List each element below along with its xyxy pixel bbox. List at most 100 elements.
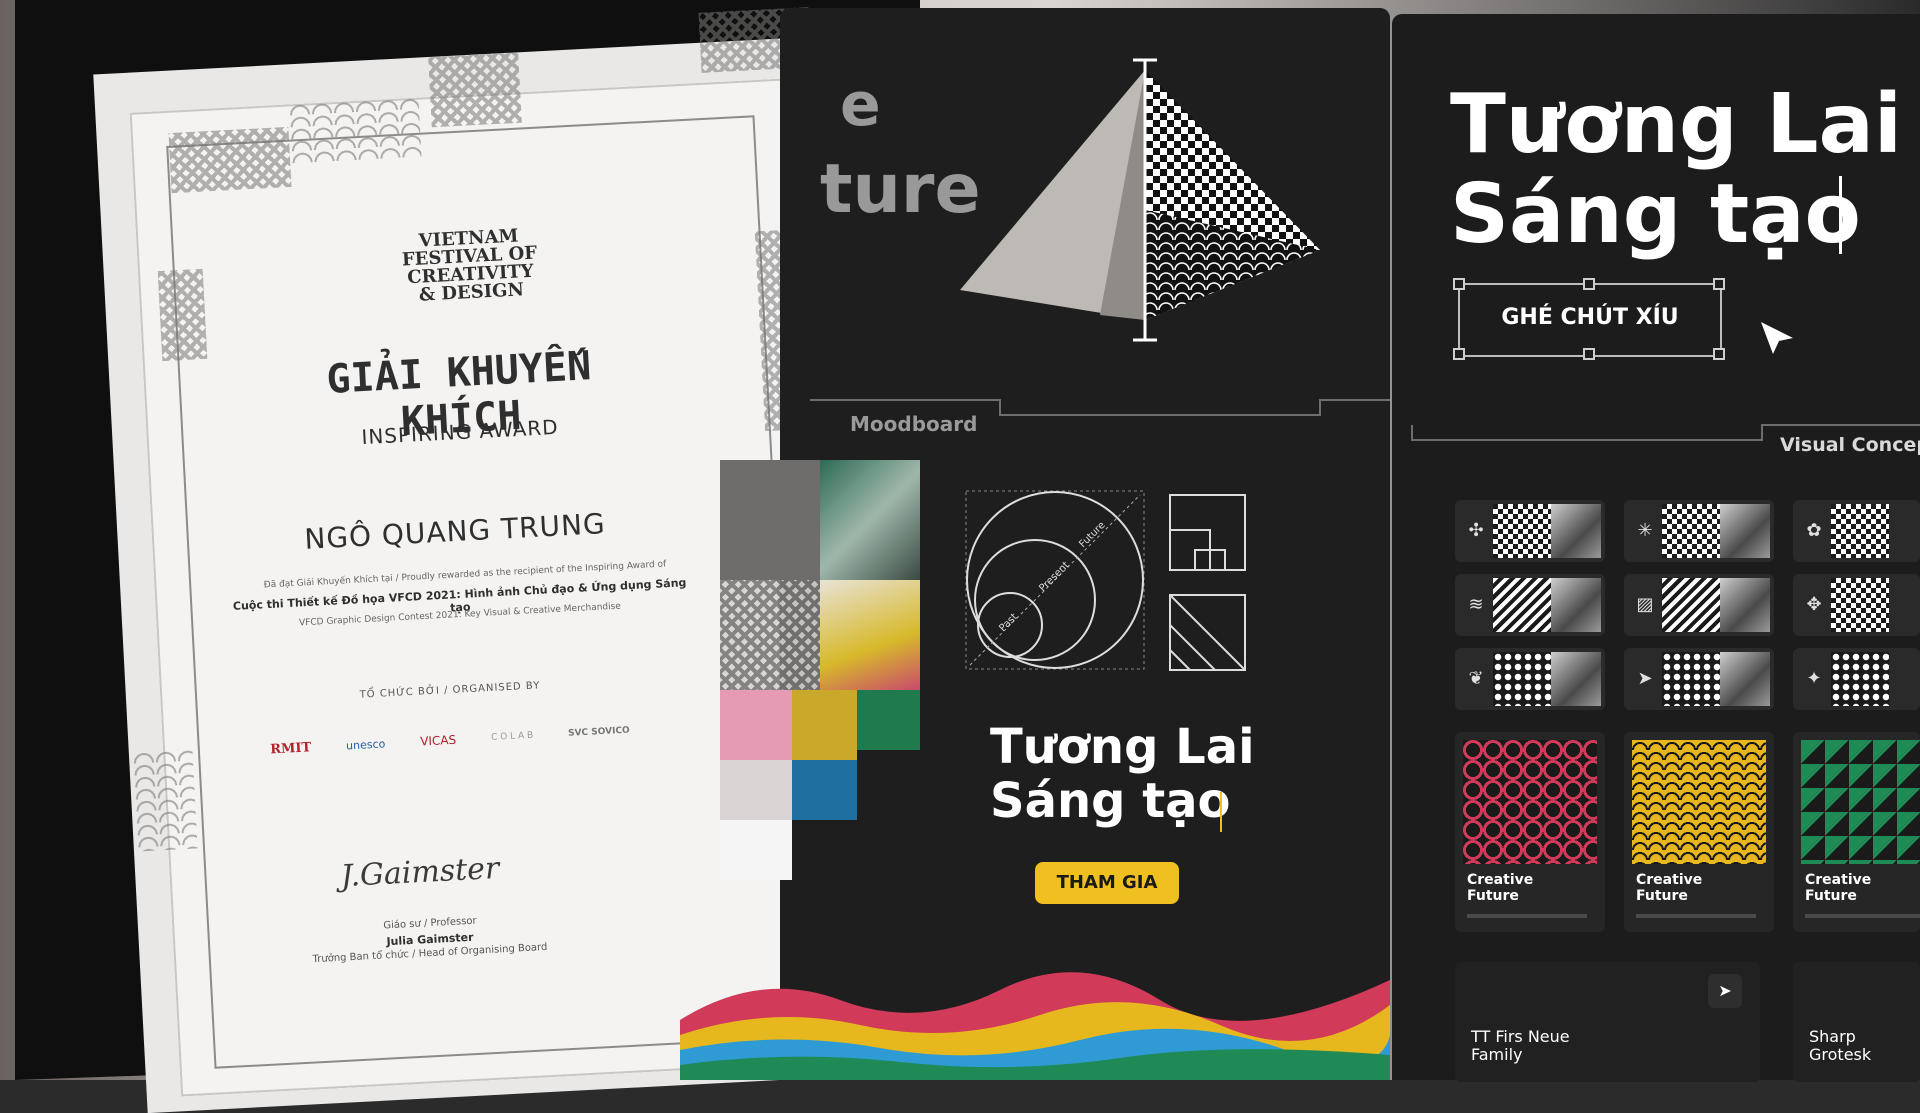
- card-title-line: Future: [1636, 888, 1688, 904]
- wave-pattern: [680, 972, 1390, 1080]
- arrow-icon: ➤: [1637, 668, 1653, 689]
- certificate-pattern: [168, 126, 292, 194]
- selection-handle: [1713, 348, 1725, 360]
- creative-future-card[interactable]: Creative Future: [1455, 732, 1605, 932]
- card-title-line: Creative: [1805, 872, 1872, 888]
- font-name-line: TT Firs Neue: [1471, 1027, 1570, 1046]
- tham-gia-button[interactable]: THAM GIA: [1035, 862, 1179, 904]
- text-cursor-bar: [1220, 792, 1222, 832]
- vicas-logo: VICAS: [419, 732, 457, 749]
- certificate-pattern: [428, 52, 522, 128]
- card-title-line: Creative: [1467, 872, 1534, 888]
- font-name-line: Grotesk: [1809, 1045, 1872, 1064]
- sovico-logo: SVC SOVICO: [567, 725, 630, 739]
- diagram-label-present: Present: [1037, 560, 1071, 594]
- moodboard-swatch: [792, 760, 857, 820]
- pattern-swatch: [1493, 578, 1551, 632]
- pattern-tile[interactable]: ✳: [1624, 500, 1774, 562]
- moodboard-swatch: [720, 760, 792, 820]
- diagram-label-future: Future: [1077, 520, 1107, 550]
- card-meta: [1467, 914, 1587, 918]
- moodboard-photo: [720, 580, 820, 690]
- creative-future-card[interactable]: Creative Future: [1624, 732, 1774, 932]
- font-card[interactable]: Sharp Grotesk: [1793, 962, 1920, 1082]
- hero-title-line: Sáng tạo: [1450, 167, 1861, 262]
- pattern-tile[interactable]: ➤: [1624, 648, 1774, 710]
- selection-handle: [1583, 348, 1595, 360]
- festival-logo: VIETNAM FESTIVAL OF CREATIVITY & DESIGN: [398, 225, 542, 305]
- card-artwork: [1463, 740, 1597, 864]
- pattern-tile[interactable]: ✿: [1793, 500, 1920, 562]
- moodboard-swatch: [720, 820, 792, 880]
- pattern-tile[interactable]: ✥: [1793, 574, 1920, 636]
- card-title-line: Creative: [1636, 872, 1703, 888]
- mid-title-line: Sáng tạo: [990, 773, 1231, 829]
- font-card[interactable]: ➤ TT Firs Neue Family: [1455, 962, 1760, 1082]
- selection-handle: [1453, 348, 1465, 360]
- moodboard-photo: [820, 580, 920, 690]
- pattern-tile[interactable]: ≋: [1455, 574, 1605, 636]
- selection-handle: [1453, 278, 1465, 290]
- ghost-text: e: [840, 70, 881, 140]
- moodboard-photo: [720, 460, 820, 580]
- moodboard-swatch: [720, 690, 792, 760]
- ghe-chut-xiu-button[interactable]: GHÉ CHÚT XÍU: [1458, 283, 1722, 357]
- pattern-photo: [1551, 578, 1601, 632]
- diagram-label-past: Past: [997, 612, 1020, 635]
- font-name-line: Sharp: [1809, 1027, 1856, 1046]
- spark-icon: ✦: [1806, 668, 1822, 689]
- visual-concept-label: Visual Concep: [1780, 434, 1920, 456]
- mouse-pointer-icon: [1761, 322, 1793, 354]
- unesco-logo: unesco: [345, 736, 386, 752]
- card-artwork: [1801, 740, 1920, 864]
- pattern-swatch: [1662, 652, 1720, 706]
- pattern-swatch: [1831, 578, 1889, 632]
- selection-handle: [1713, 278, 1725, 290]
- creative-future-card[interactable]: Creative Future: [1793, 732, 1920, 932]
- pattern-tile[interactable]: ✦: [1793, 648, 1920, 710]
- hero-title-line: Tương Lai: [1450, 77, 1902, 172]
- card-title: Creative Future: [1805, 872, 1871, 904]
- moodboard-swatch: [857, 690, 920, 750]
- star-icon: ✳: [1637, 520, 1653, 541]
- colab-logo: C O L A B: [490, 730, 534, 743]
- pattern-tile[interactable]: ✣: [1455, 500, 1605, 562]
- card-title-line: Future: [1805, 888, 1857, 904]
- card-title: Creative Future: [1467, 872, 1533, 904]
- card-meta: [1636, 914, 1756, 918]
- card-title: Creative Future: [1636, 872, 1702, 904]
- knot-icon: ✥: [1806, 594, 1822, 615]
- certificate-pattern: [288, 96, 422, 164]
- card-title-line: Future: [1467, 888, 1519, 904]
- pattern-photo: [1720, 652, 1770, 706]
- hatch-icon: ▨: [1636, 594, 1654, 615]
- card-artwork: [1632, 740, 1766, 864]
- pattern-swatch: [1662, 578, 1720, 632]
- wave-icon: ≋: [1468, 594, 1484, 615]
- text-cursor-icon: [1839, 176, 1842, 254]
- rmit-logo: RMIT: [269, 739, 312, 757]
- moodboard-collage: [720, 460, 920, 900]
- pattern-swatch: [1493, 504, 1551, 558]
- font-name-line: Family: [1471, 1045, 1523, 1064]
- certificate-pattern: [157, 268, 208, 362]
- sparkle-icon: ✣: [1468, 520, 1484, 541]
- mid-title-line: Tương Lai: [990, 719, 1255, 775]
- mid-title: Tương Lai Sáng tạo: [990, 720, 1255, 828]
- moodboard-swatch: [792, 690, 857, 760]
- card-meta: [1805, 914, 1920, 918]
- pattern-tile[interactable]: ❦: [1455, 648, 1605, 710]
- certificate-pattern: [132, 748, 198, 852]
- logo-concept-diagram: Future Present Past: [965, 490, 1246, 671]
- leaf-icon: ❦: [1468, 668, 1484, 689]
- pattern-swatch: [1831, 504, 1889, 558]
- font-name: TT Firs Neue Family: [1471, 1028, 1570, 1064]
- pattern-photo: [1551, 504, 1601, 558]
- pattern-photo: [1551, 652, 1601, 706]
- pattern-tile[interactable]: ▨: [1624, 574, 1774, 636]
- pattern-photo: [1720, 504, 1770, 558]
- pattern-photo: [1720, 578, 1770, 632]
- moodboard-photo: [820, 460, 920, 580]
- flower-icon: ✿: [1806, 520, 1822, 541]
- cursor-icon: ➤: [1708, 974, 1742, 1008]
